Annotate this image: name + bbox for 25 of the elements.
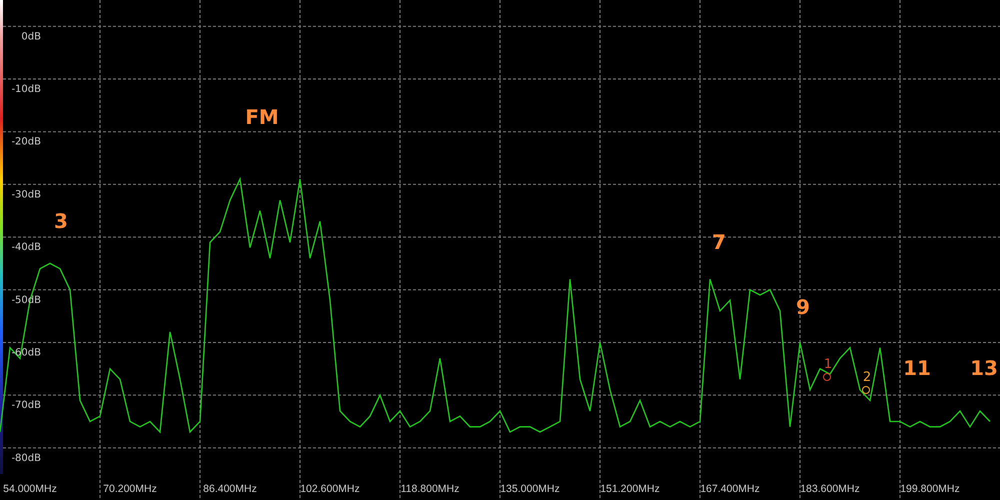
x-axis-label: 167.400MHz <box>700 483 760 495</box>
y-axis-label: -80dB <box>11 452 41 464</box>
x-axis-label: 118.800MHz <box>400 483 460 495</box>
channel-label: 9 <box>796 295 810 319</box>
channel-label: 7 <box>712 230 726 254</box>
y-axis-label: -10dB <box>11 84 41 96</box>
channel-label: 13 <box>970 356 998 380</box>
channel-label: 11 <box>903 356 931 380</box>
y-axis-label: -70dB <box>11 400 41 412</box>
marker-label: 2 <box>862 370 872 385</box>
y-axis-label: -30dB <box>11 189 41 200</box>
x-axis-label: 151.200MHz <box>600 483 660 495</box>
x-axis-label: 70.200MHz <box>103 483 157 495</box>
y-axis-label: -20dB <box>11 136 41 148</box>
x-axis-label: 183.600MHz <box>800 483 860 495</box>
x-axis-label: 199.800MHz <box>900 483 960 495</box>
y-axis-label: 0dB <box>21 31 41 42</box>
channel-label: FM <box>245 105 279 129</box>
marker-label: 1 <box>824 357 832 372</box>
x-axis-label: 102.600MHz <box>300 483 360 495</box>
x-axis-label: 54.000MHz <box>3 483 57 495</box>
x-axis-label: 86.400MHz <box>203 483 257 495</box>
channel-label: 3 <box>54 209 68 233</box>
y-axis-label: -40dB <box>11 242 41 254</box>
x-axis-label: 135.000MHz <box>500 483 560 495</box>
